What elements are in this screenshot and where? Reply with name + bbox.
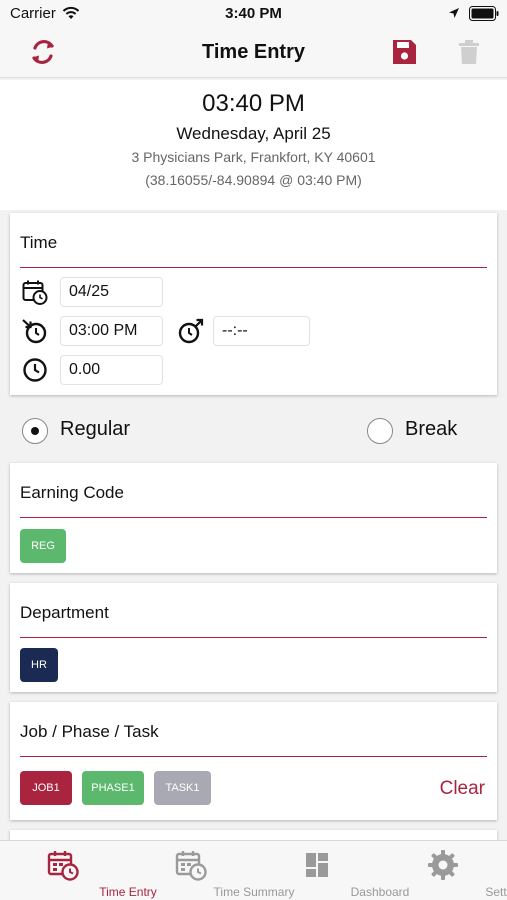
tab-time-entry[interactable]: Time Entry	[0, 841, 157, 900]
department-card: Department HR	[10, 583, 497, 692]
status-time: 3:40 PM	[225, 5, 282, 22]
department-chip[interactable]: HR	[20, 648, 58, 682]
phase-chip[interactable]: PHASE1	[82, 771, 144, 805]
date-field[interactable]: 04/25	[60, 277, 163, 307]
hours-field[interactable]: 0.00	[60, 355, 163, 385]
clear-button[interactable]: Clear	[440, 778, 485, 800]
break-label[interactable]: Break	[405, 418, 457, 441]
start-time-field[interactable]: 03:00 PM	[60, 316, 163, 346]
clock-icon	[23, 358, 47, 382]
current-time-header: 03:40 PM Wednesday, April 25 3 Physician…	[0, 80, 507, 210]
end-time-field[interactable]: --:--	[213, 316, 310, 346]
tab-time-summary[interactable]: Time Summary	[128, 841, 294, 900]
job-chip[interactable]: JOB1	[20, 771, 72, 805]
time-card-title: Time	[20, 233, 58, 252]
gear-icon	[428, 850, 458, 880]
earning-code-chip[interactable]: REG	[20, 529, 66, 563]
calendar-clock-icon	[175, 851, 207, 881]
divider	[20, 267, 487, 268]
divider	[20, 517, 487, 518]
current-date: Wednesday, April 25	[176, 124, 331, 143]
regular-radio[interactable]	[22, 418, 48, 444]
battery-icon	[469, 6, 499, 21]
earning-code-card: Earning Code REG	[10, 463, 497, 573]
calendar-clock-icon	[22, 280, 48, 305]
location-address: 3 Physicians Park, Frankfort, KY 40601	[131, 149, 376, 165]
location-coordinates: (38.16055/-84.90894 @ 03:40 PM)	[145, 172, 362, 188]
job-phase-task-title: Job / Phase / Task	[20, 722, 159, 741]
dashboard-icon	[306, 853, 328, 877]
tab-bar: Time Entry Time Summary Dashboard Sett	[0, 840, 507, 900]
location-arrow-icon	[449, 8, 459, 18]
page-title: Time Entry	[202, 41, 305, 63]
status-bar: Carrier 3:40 PM	[0, 0, 507, 28]
clock-out-icon	[178, 318, 204, 344]
job-phase-task-card: Job / Phase / Task JOB1 PHASE1 TASK1 Cle…	[10, 702, 497, 820]
current-time: 03:40 PM	[202, 90, 305, 117]
divider	[20, 756, 487, 757]
time-card: Time 04/25 03:00 PM --:-- 0.00	[10, 213, 497, 395]
tab-settings[interactable]: Settings	[380, 841, 507, 900]
earning-code-title: Earning Code	[20, 483, 124, 502]
calendar-clock-icon	[47, 851, 79, 881]
tab-dashboard[interactable]: Dashboard	[254, 841, 409, 900]
delete-button[interactable]	[458, 39, 480, 65]
department-title: Department	[20, 603, 109, 622]
break-radio[interactable]	[367, 418, 393, 444]
tab-label: Settings	[485, 885, 507, 899]
navigation-bar: Time Entry	[0, 28, 507, 78]
task-chip[interactable]: TASK1	[154, 771, 211, 805]
divider	[20, 637, 487, 638]
clock-in-icon	[22, 319, 47, 344]
radio-selected-dot	[31, 427, 39, 435]
regular-label[interactable]: Regular	[60, 418, 130, 441]
save-button[interactable]	[390, 38, 418, 66]
